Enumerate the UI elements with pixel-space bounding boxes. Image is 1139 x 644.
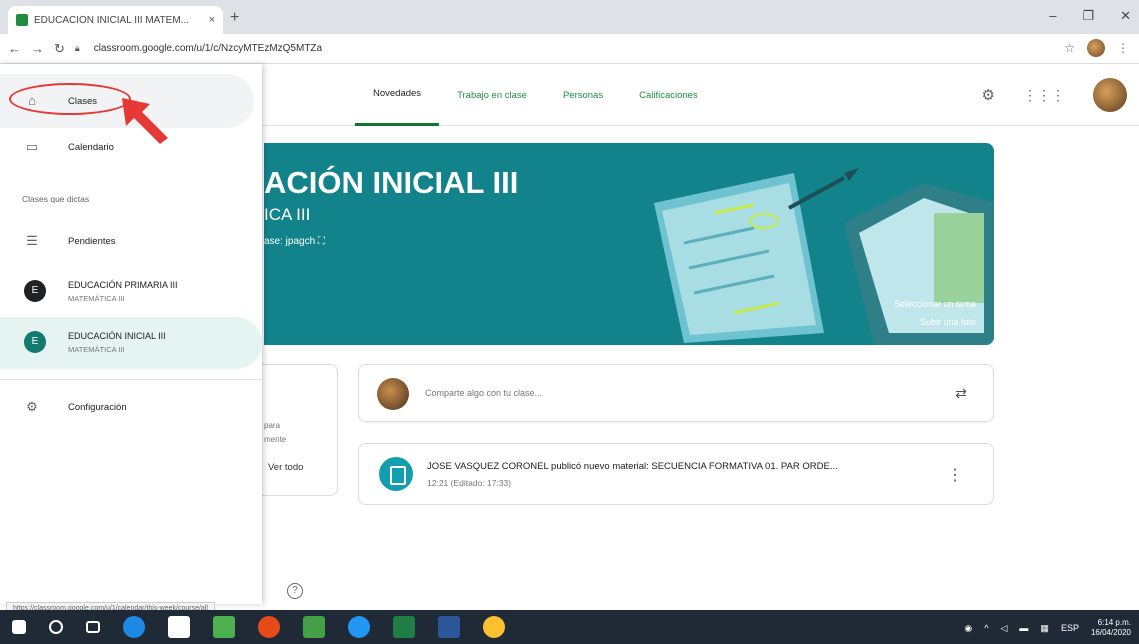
keyboard-icon[interactable]: ▦ [1040,623,1049,634]
profile-avatar[interactable] [1087,39,1105,57]
classroom-tabs: Novedades Trabajo en clase Personas Cali… [355,64,716,126]
reload-icon[interactable]: ↻ [54,41,65,57]
tab-close-icon[interactable]: × [209,14,215,26]
banner-illustration [654,168,994,345]
upcoming-text-fragment: mente [264,435,287,444]
volume-icon[interactable]: ◁ [1001,623,1008,634]
forward-icon[interactable]: → [31,41,44,56]
url-field[interactable]: classroom.google.com/u/1/c/NzcyMTEzMzQ5M… [94,43,322,54]
user-avatar [377,378,409,410]
class-name: EDUCACIÓN PRIMARIA III [68,280,178,290]
lock-icon: 🔒︎ [74,43,80,53]
window-controls: – ❐ ✕ [1049,8,1131,24]
network-icon[interactable]: ◉ [964,623,972,634]
mail-icon[interactable] [213,616,235,638]
task-view-icon[interactable] [86,621,100,633]
chevron-up-icon[interactable]: ^ [984,623,988,633]
chrome-icon[interactable] [348,616,370,638]
app-icon[interactable] [258,616,280,638]
drawer-item-label: Pendientes [68,235,116,247]
account-avatar[interactable] [1093,78,1127,112]
tab-title: EDUCACIÓN INICIAL III MATEM... [34,14,190,26]
minimize-icon[interactable]: – [1049,8,1056,24]
back-icon[interactable]: ← [8,41,21,56]
drawer-section-title: Clases que dictas [22,194,90,204]
tab-calificaciones[interactable]: Calificaciones [621,64,716,126]
upload-photo-link[interactable]: Subir una foto [920,317,976,327]
windows-start-icon[interactable] [12,620,26,634]
assignment-icon: ☰ [26,233,38,248]
star-icon[interactable]: ☆ [1064,41,1075,55]
windows-taskbar: ◉ ^ ◁ ▬ ▦ ESP 6:14 p.m. 16/04/2020 [0,610,1139,644]
material-icon [379,457,413,491]
browser-menu-icon[interactable]: ⋮ [1117,41,1129,55]
select-theme-link[interactable]: Seleccionar un tema [894,299,976,309]
search-icon[interactable] [49,620,63,634]
help-icon[interactable]: ? [287,583,303,599]
store-icon[interactable] [168,616,190,638]
word-icon[interactable] [438,616,460,638]
banner-title: ACIÓN INICIAL III [264,165,519,200]
class-banner: ACIÓN INICIAL III ICA III ase: jpagch ⛶ … [264,143,994,345]
tab-personas[interactable]: Personas [545,64,621,126]
drawer-class-primaria[interactable]: E EDUCACIÓN PRIMARIA III MATEMÁTICA III [0,266,262,318]
stream-post[interactable]: JOSE VASQUEZ CORONEL publicó nuevo mater… [358,443,994,505]
new-tab-button[interactable]: + [230,9,239,27]
post-title[interactable]: JOSE VASQUEZ CORONEL publicó nuevo mater… [427,461,838,472]
address-bar: ← → ↻ 🔒︎ classroom.google.com/u/1/c/Nzcy… [0,34,1139,64]
class-avatar: E [24,331,46,353]
gear-icon: ⚙ [26,399,38,414]
class-name: EDUCACIÓN INICIAL III [68,331,166,341]
notification-icon[interactable]: ▬ [1019,623,1028,633]
class-subject: MATEMÁTICA III [68,345,125,354]
browser-tabstrip: EDUCACIÓN INICIAL III MATEM... × + – ❐ ✕ [0,0,1139,34]
chrome-icon[interactable] [483,616,505,638]
tab-trabajo-en-clase[interactable]: Trabajo en clase [439,64,545,126]
class-avatar: E [24,280,46,302]
reuse-post-icon[interactable]: ⇄ [955,385,967,402]
excel-icon[interactable] [393,616,415,638]
drawer-item-label: Configuración [68,401,127,413]
tab-novedades[interactable]: Novedades [355,64,440,126]
drawer-item-label: Calendario [68,141,114,153]
annotation-arrow-icon [122,98,168,144]
drawer-item-pending[interactable]: ☰ Pendientes [0,214,254,268]
language-indicator[interactable]: ESP [1061,623,1079,633]
annotation-circle [9,83,131,115]
view-all-link[interactable]: Ver todo [268,462,303,473]
edge-icon[interactable] [123,616,145,638]
more-options-icon[interactable]: ⋮ [947,465,963,485]
share-placeholder[interactable]: Comparte algo con tu clase... [425,388,542,398]
class-code[interactable]: ase: jpagch ⛶ [264,236,325,247]
clock-time: 6:14 p.m. [1097,618,1131,627]
post-date: 12:21 (Editado: 17:33) [427,478,512,488]
drawer-class-inicial[interactable]: E EDUCACIÓN INICIAL III MATEMÁTICA III [0,317,262,369]
drawer-item-settings[interactable]: ⚙ Configuración [0,380,254,434]
app-icon[interactable] [303,616,325,638]
class-subject: MATEMÁTICA III [68,294,125,303]
calendar-icon: ▭ [25,139,39,154]
apps-grid-icon[interactable]: ⋮⋮⋮ [1023,87,1065,104]
banner-subtitle: ICA III [264,205,311,224]
browser-tab[interactable]: EDUCACIÓN INICIAL III MATEM... × [8,6,223,34]
clock-date: 16/04/2020 [1090,628,1131,637]
share-box[interactable]: Comparte algo con tu clase... ⇄ [358,364,994,422]
classroom-favicon-icon [16,14,28,26]
settings-gear-icon[interactable]: ⚙ [982,86,995,104]
system-tray: ◉ ^ ◁ ▬ ▦ ESP 6:14 p.m. 16/04/2020 [964,618,1131,638]
maximize-icon[interactable]: ❐ [1082,8,1094,24]
close-window-icon[interactable]: ✕ [1120,8,1131,24]
upcoming-text-fragment: para [264,421,281,430]
clock[interactable]: 6:14 p.m. 16/04/2020 [1091,618,1131,638]
upcoming-card: para mente Ver todo [262,364,338,496]
